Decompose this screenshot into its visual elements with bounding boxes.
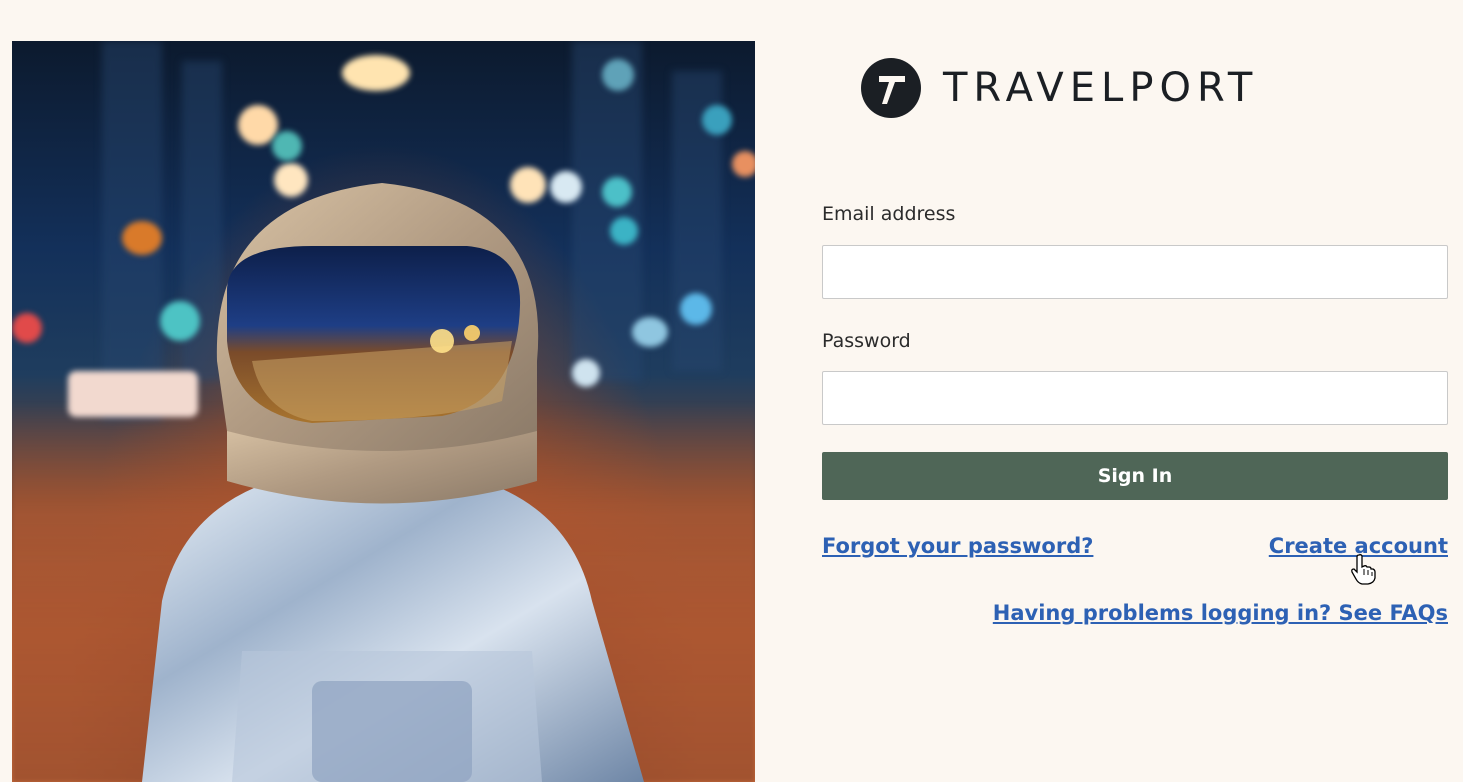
- hero-image: [12, 41, 755, 782]
- travelport-t-icon: [861, 58, 921, 118]
- password-label: Password: [822, 330, 911, 352]
- faq-link[interactable]: Having problems logging in? See FAQs: [993, 601, 1448, 625]
- password-input[interactable]: [822, 371, 1448, 425]
- login-page: TRAVELPORT Email address Password Sign I…: [0, 0, 1463, 782]
- astronaut-figure: [142, 183, 644, 782]
- hand-cursor-icon: [1351, 554, 1376, 585]
- email-label: Email address: [822, 203, 956, 225]
- brand-name: TRAVELPORT: [943, 65, 1259, 111]
- travelport-logo: TRAVELPORT: [861, 57, 1341, 119]
- email-input[interactable]: [822, 245, 1448, 299]
- sign-in-button[interactable]: Sign In: [822, 452, 1448, 500]
- forgot-password-link[interactable]: Forgot your password?: [822, 534, 1093, 558]
